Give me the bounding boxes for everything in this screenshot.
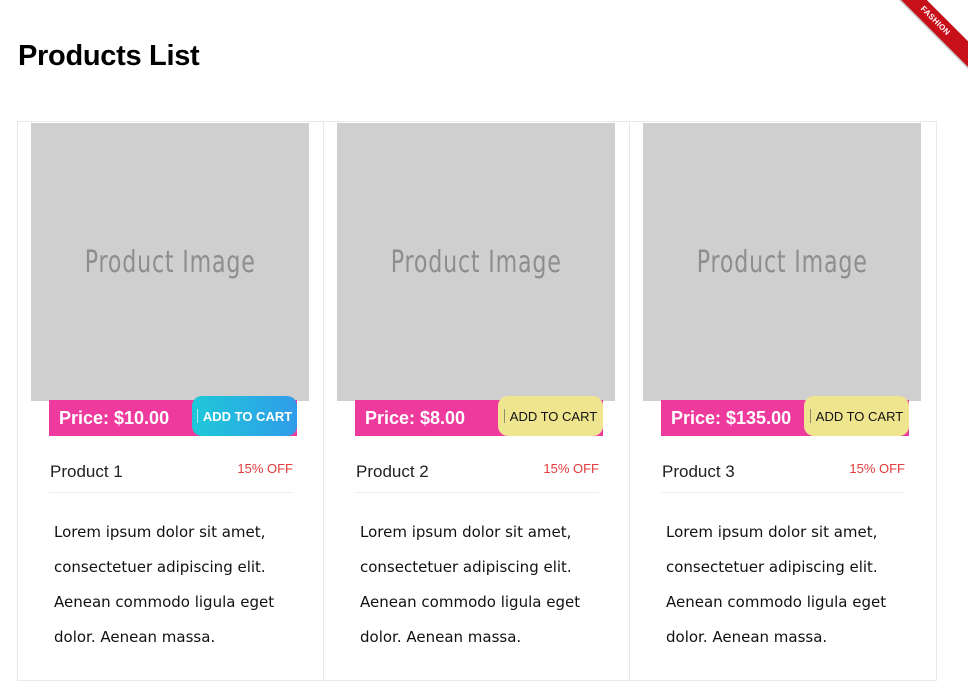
page-title: Products List xyxy=(18,40,200,72)
add-to-cart-label: ADD TO CART xyxy=(202,408,293,424)
discount-badge: 15% OFF xyxy=(237,461,293,476)
product-image[interactable]: Product Image xyxy=(643,123,921,401)
product-card: Product Image Price: $135.00 ADD TO CART… xyxy=(630,122,936,680)
product-name-row: Product 1 15% OFF xyxy=(49,452,293,493)
add-to-cart-button[interactable]: ADD TO CART xyxy=(804,396,909,436)
product-name[interactable]: Product 1 xyxy=(50,462,123,482)
product-card: Product Image Price: $10.00 ADD TO CART … xyxy=(18,122,324,680)
product-name[interactable]: Product 3 xyxy=(662,462,735,482)
product-description: Lorem ipsum dolor sit amet, consectetuer… xyxy=(54,523,275,646)
product-name-row: Product 2 15% OFF xyxy=(355,452,599,493)
product-price: Price: $135.00 xyxy=(671,408,792,428)
product-image[interactable]: Product Image xyxy=(31,123,309,401)
product-image-placeholder: Product Image xyxy=(84,244,256,280)
ribbon-label: FASHION xyxy=(898,0,968,70)
discount-badge: 15% OFF xyxy=(849,461,905,476)
add-to-cart-button[interactable]: ADD TO CART xyxy=(498,396,603,436)
product-price: Price: $8.00 xyxy=(365,408,466,428)
add-to-cart-label: ADD TO CART xyxy=(815,408,904,424)
cart-separator xyxy=(503,409,505,423)
add-to-cart-button[interactable]: ADD TO CART xyxy=(192,396,297,436)
cart-separator xyxy=(809,409,811,423)
fashion-ribbon: FASHION xyxy=(898,0,968,70)
product-price: Price: $10.00 xyxy=(59,408,170,428)
product-grid: Product Image Price: $10.00 ADD TO CART … xyxy=(17,121,937,681)
add-to-cart-label: ADD TO CART xyxy=(509,408,598,424)
product-image-placeholder: Product Image xyxy=(696,244,868,280)
product-image-placeholder: Product Image xyxy=(390,244,562,280)
product-name-row: Product 3 15% OFF xyxy=(661,452,905,493)
product-description: Lorem ipsum dolor sit amet, consectetuer… xyxy=(360,523,581,646)
cart-separator xyxy=(196,409,198,423)
product-name[interactable]: Product 2 xyxy=(356,462,429,482)
product-card: Product Image Price: $8.00 ADD TO CART P… xyxy=(324,122,630,680)
product-description: Lorem ipsum dolor sit amet, consectetuer… xyxy=(666,523,887,646)
product-image[interactable]: Product Image xyxy=(337,123,615,401)
discount-badge: 15% OFF xyxy=(543,461,599,476)
